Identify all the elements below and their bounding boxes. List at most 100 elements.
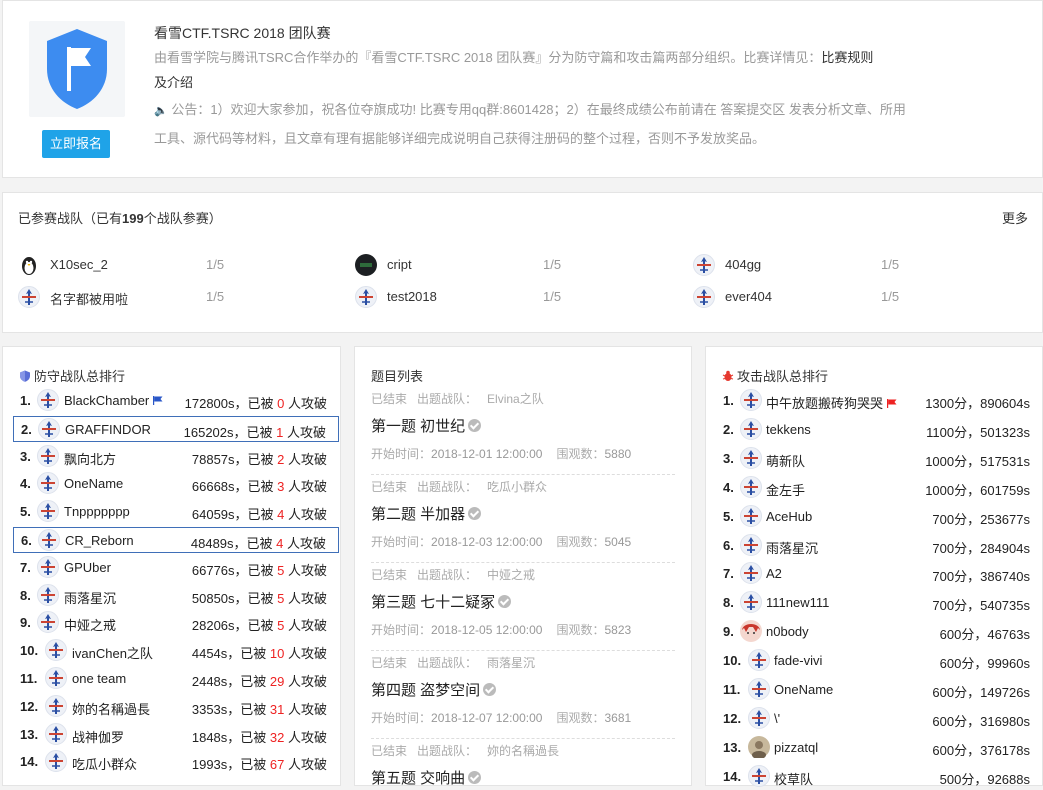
problem-item[interactable]: 已结束 出题战队： Elvina之队 第一题 初世纪 开始时间：2018-12-01 1… [371, 390, 675, 475]
team-name[interactable]: n0body [766, 624, 809, 639]
defense-stat: 172800s，已被 0 人攻破 [184, 396, 327, 411]
rank-number: 10. [723, 653, 742, 669]
team-name[interactable]: 404gg [725, 257, 761, 272]
team-name[interactable]: Tnppppppp [64, 504, 130, 519]
shield-icon [20, 370, 30, 382]
team-name[interactable]: A2 [766, 566, 782, 581]
defense-rank-row[interactable]: 9. 中娅之戒 28206s，已被 5 人攻破 [13, 610, 339, 636]
team-name[interactable]: 中午放题搬砖狗哭哭 [766, 393, 897, 412]
team-name[interactable]: CR_Reborn [65, 533, 134, 548]
team-name[interactable]: 校草队 [774, 769, 813, 788]
attack-rank-row[interactable]: 7. A2 700分，386740s [716, 561, 1042, 587]
problem-item[interactable]: 已结束 出题战队： 妳的名稱過長 第五题 交响曲 [371, 742, 675, 788]
team-item[interactable]: X10sec_2 1/5 [18, 254, 338, 278]
team-name[interactable]: tekkens [766, 422, 811, 437]
defense-rank-row[interactable]: 4. OneName 66668s，已被 3 人攻破 [13, 471, 339, 497]
problem-item[interactable]: 已结束 出题战队： 中娅之戒 第三题 七十二疑冢 开始时间：2018-12-05 12:… [371, 566, 675, 651]
team-name[interactable]: 吃瓜小群众 [72, 754, 137, 773]
team-name[interactable]: cript [387, 257, 412, 272]
attack-rank-row[interactable]: 1. 中午放题搬砖狗哭哭 1300分，890604s [716, 388, 1042, 414]
attack-rank-row[interactable]: 14. 校草队 500分，92688s [716, 764, 1042, 790]
attack-rank-row[interactable]: 9. n0body 600分，46763s [716, 619, 1042, 645]
defense-rank-row[interactable]: 8. 雨落星沉 50850s，已被 5 人攻破 [13, 583, 339, 609]
team-name[interactable]: 妳的名稱過長 [72, 699, 150, 718]
team-name[interactable]: 111new111 [766, 595, 829, 610]
team-name[interactable]: one team [72, 671, 126, 686]
author-team: Elvina之队 [487, 392, 544, 406]
team-avatar [37, 472, 59, 495]
attack-stat: 600分，99960s [939, 656, 1030, 672]
defense-rank-row[interactable]: 1. BlackChamber 172800s，已被 0 人攻破 [13, 388, 339, 414]
attack-rank-row[interactable]: 13. pizzatql 600分，376178s [716, 735, 1042, 761]
team-name[interactable]: 雨落星沉 [64, 588, 116, 607]
team-name[interactable]: 名字都被用啦 [50, 289, 128, 308]
defense-rank-row[interactable]: 14. 吃瓜小群众 1993s，已被 67 人攻破 [13, 749, 339, 775]
team-item[interactable]: ever404 1/5 [693, 286, 1013, 310]
team-name[interactable]: OneName [64, 476, 123, 491]
problem-title[interactable]: 第三题 七十二疑冢 [371, 591, 675, 612]
team-item[interactable]: cript 1/5 [355, 254, 675, 278]
rules-link[interactable]: 比赛规则 [821, 50, 873, 65]
team-name[interactable]: BlackChamber [64, 393, 163, 408]
team-name[interactable]: fade-vivi [774, 653, 822, 668]
attack-stat: 700分，386740s [932, 569, 1030, 585]
defense-rank-row[interactable]: 5. Tnppppppp 64059s，已被 4 人攻破 [13, 499, 339, 525]
team-name[interactable]: 飘向北方 [64, 449, 116, 468]
team-name[interactable]: AceHub [766, 509, 812, 524]
defense-rank-row[interactable]: 7. GPUber 66776s，已被 5 人攻破 [13, 555, 339, 581]
problem-title[interactable]: 第四题 盗梦空间 [371, 679, 675, 700]
status-badge: 已结束 [371, 480, 408, 494]
defense-rank-row[interactable]: 3. 飘向北方 78857s，已被 2 人攻破 [13, 444, 339, 470]
problem-title[interactable]: 第五题 交响曲 [371, 767, 675, 788]
rank-number: 11. [723, 682, 741, 697]
team-name[interactable]: GPUber [64, 560, 111, 575]
attack-rank-row[interactable]: 10. fade-vivi 600分，99960s [716, 648, 1042, 674]
team-name[interactable]: ivanChen之队 [72, 643, 153, 662]
team-name[interactable]: 战神伽罗 [72, 727, 124, 746]
team-name[interactable]: 中娅之戒 [64, 615, 116, 634]
attack-rank-row[interactable]: 4. 金左手 1000分，601759s [716, 475, 1042, 501]
problem-item[interactable]: 已结束 出题战队： 吃瓜小群众 第二题 半加器 开始时间：2018-12-03 12:0… [371, 478, 675, 563]
views-label: 围观数： [556, 711, 605, 725]
team-name[interactable]: ever404 [725, 289, 772, 304]
problem-item[interactable]: 已结束 出题战队： 雨落星沉 第四题 盗梦空间 开始时间：2018-12-07 12:0… [371, 654, 675, 739]
team-name[interactable]: OneName [774, 682, 833, 697]
attack-rank-row[interactable]: 2. tekkens 1100分，501323s [716, 417, 1042, 443]
defense-rank-row[interactable]: 2. GRAFFINDOR 165202s，已被 1 人攻破 [13, 415, 339, 442]
attack-rank-row[interactable]: 5. AceHub 700分，253677s [716, 504, 1042, 530]
more-teams-link[interactable]: 更多 [1002, 208, 1028, 227]
signup-button[interactable]: 立即报名 [42, 130, 110, 158]
views-label: 围观数： [556, 447, 605, 461]
divider [371, 650, 675, 651]
defense-rank-row[interactable]: 13. 战神伽罗 1848s，已被 32 人攻破 [13, 722, 339, 748]
view-count: 5880 [604, 447, 632, 461]
team-item[interactable]: test2018 1/5 [355, 286, 675, 310]
team-item[interactable]: 名字都被用啦 1/5 [18, 286, 338, 310]
status-badge: 已结束 [371, 392, 408, 406]
team-name[interactable]: 萌新队 [766, 451, 805, 470]
team-name[interactable]: \' [774, 711, 780, 726]
defense-rank-row[interactable]: 10. ivanChen之队 4454s，已被 10 人攻破 [13, 638, 339, 664]
defense-stat: 78857s，已被 2 人攻破 [191, 451, 327, 467]
team-name[interactable]: 雨落星沉 [766, 538, 818, 557]
team-name[interactable]: pizzatql [774, 740, 818, 755]
defense-rank-row[interactable]: 6. CR_Reborn 48489s，已被 4 人攻破 [13, 527, 339, 553]
team-name[interactable]: 金左手 [766, 480, 805, 499]
team-item[interactable]: 404gg 1/5 [693, 254, 1013, 278]
attack-rank-row[interactable]: 8. 111new111 700分，540735s [716, 590, 1042, 616]
defense-rank-row[interactable]: 12. 妳的名稱過長 3353s，已被 31 人攻破 [13, 694, 339, 720]
attack-rank-row[interactable]: 12. \' 600分，316980s [716, 706, 1042, 732]
team-name[interactable]: test2018 [387, 289, 437, 304]
breach-count: 31 [269, 701, 285, 717]
attack-stat: 1300分，890604s [925, 396, 1030, 411]
attack-rank-row[interactable]: 6. 雨落星沉 700分，284904s [716, 533, 1042, 559]
attack-rank-row[interactable]: 3. 萌新队 1000分，517531s [716, 446, 1042, 472]
problem-title[interactable]: 第二题 半加器 [371, 503, 675, 524]
rank-number: 4. [723, 479, 734, 495]
team-avatar [740, 591, 762, 614]
team-name[interactable]: GRAFFINDOR [65, 422, 151, 437]
problem-title[interactable]: 第一题 初世纪 [371, 415, 675, 436]
attack-rank-row[interactable]: 11. OneName 600分，149726s [716, 677, 1042, 703]
defense-rank-row[interactable]: 11. one team 2448s，已被 29 人攻破 [13, 666, 339, 692]
team-name[interactable]: X10sec_2 [50, 257, 108, 272]
